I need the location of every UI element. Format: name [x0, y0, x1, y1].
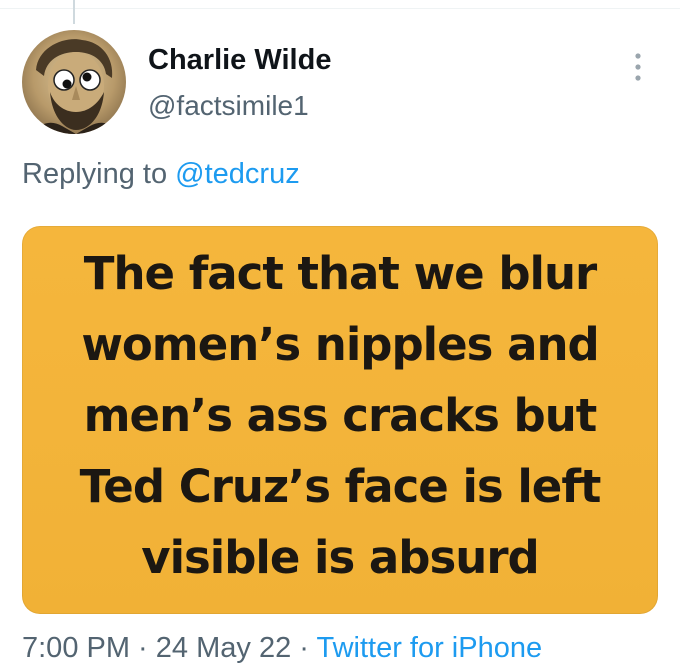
image-text-line: men’s ass cracks but	[83, 389, 598, 442]
more-options-button[interactable]	[628, 50, 648, 84]
image-text-line: The fact that we blur	[83, 247, 597, 300]
author-display-name[interactable]: Charlie Wilde	[148, 44, 331, 77]
meta-separator: ·	[291, 632, 317, 664]
image-text-line: visible is absurd	[141, 531, 539, 584]
avatar[interactable]	[22, 30, 126, 134]
top-divider	[0, 8, 680, 9]
tweet-source-link[interactable]: Twitter for iPhone	[316, 632, 542, 664]
avatar-portrait-icon	[22, 30, 126, 134]
tweet-time-link[interactable]: 7:00 PM	[22, 632, 130, 664]
image-text-line: women’s nipples and	[81, 318, 599, 371]
thread-connector-line	[73, 0, 75, 24]
replying-to: Replying to @tedcruz	[22, 158, 300, 191]
more-vertical-icon	[635, 53, 641, 81]
tweet-date-link[interactable]: 24 May 22	[156, 632, 291, 664]
tweet-metadata: 7:00 PM · 24 May 22 · Twitter for iPhone	[22, 632, 542, 665]
image-text-line: Ted Cruz’s face is left	[79, 460, 602, 513]
author-handle[interactable]: @factsimile1	[148, 90, 309, 122]
image-text: The fact that we blur women’s nipples an…	[22, 238, 658, 593]
meta-separator: ·	[130, 632, 156, 664]
replying-prefix: Replying to	[22, 158, 168, 190]
replying-mention-link[interactable]: @tedcruz	[175, 158, 300, 190]
tweet-image[interactable]: The fact that we blur women’s nipples an…	[22, 226, 658, 614]
